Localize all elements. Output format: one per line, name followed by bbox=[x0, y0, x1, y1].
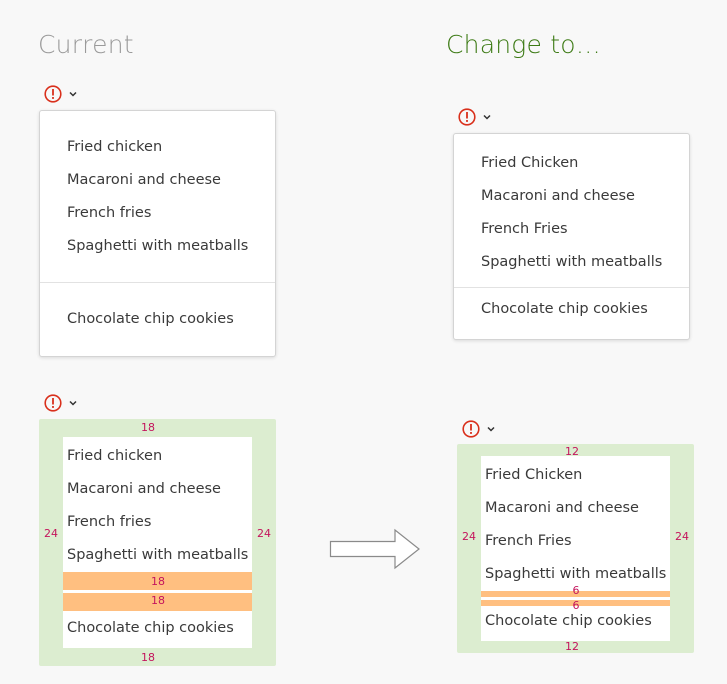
padding-right-value: 24 bbox=[257, 527, 271, 540]
spec-item: Fried chicken bbox=[67, 448, 163, 464]
change-dropdown-menu: Fried Chicken Macaroni and cheese French… bbox=[453, 133, 690, 340]
menu-item[interactable]: Macaroni and cheese bbox=[67, 172, 221, 188]
right-arrow-icon bbox=[329, 528, 420, 570]
menu-item[interactable]: Spaghetti with meatballs bbox=[67, 238, 248, 254]
menu-divider bbox=[454, 287, 689, 288]
padding-bottom-value: 18 bbox=[141, 651, 155, 664]
menu-item[interactable]: Fried chicken bbox=[67, 139, 162, 155]
spec-content-area bbox=[63, 437, 252, 648]
change-spacing-spec: Fried Chicken Macaroni and cheese French… bbox=[457, 444, 694, 653]
padding-right-value: 24 bbox=[675, 530, 689, 543]
padding-left-value: 24 bbox=[44, 527, 58, 540]
spec-item: French Fries bbox=[485, 533, 572, 549]
chevron-down-icon bbox=[69, 91, 77, 97]
current-dropdown-trigger[interactable] bbox=[44, 85, 78, 103]
current-dropdown-menu: Fried chicken Macaroni and cheese French… bbox=[39, 110, 276, 357]
spec-item: Spaghetti with meatballs bbox=[67, 547, 249, 563]
menu-item[interactable]: Spaghetti with meatballs bbox=[481, 254, 662, 270]
spec-footer-item: Chocolate chip cookies bbox=[485, 613, 652, 629]
divider-bottom-value: 6 bbox=[572, 599, 580, 612]
spec-footer-item: Chocolate chip cookies bbox=[67, 620, 234, 636]
change-heading: Change to… bbox=[446, 30, 601, 59]
alert-circle-icon bbox=[458, 108, 476, 126]
padding-top-value: 18 bbox=[141, 421, 155, 434]
menu-item[interactable]: French Fries bbox=[481, 221, 568, 237]
menu-item[interactable]: Macaroni and cheese bbox=[481, 188, 635, 204]
menu-divider bbox=[40, 282, 275, 283]
alert-circle-icon bbox=[44, 394, 62, 412]
spec-item: Spaghetti with meatballs bbox=[485, 566, 667, 582]
divider-bottom-value: 18 bbox=[151, 594, 165, 607]
alert-circle-icon bbox=[44, 85, 62, 103]
menu-item[interactable]: Fried Chicken bbox=[481, 155, 578, 171]
chevron-down-icon bbox=[487, 426, 495, 432]
spec-item: Fried Chicken bbox=[485, 467, 583, 483]
menu-footer-item[interactable]: Chocolate chip cookies bbox=[481, 301, 648, 317]
alert-circle-icon bbox=[462, 420, 480, 438]
padding-bottom-value: 12 bbox=[565, 640, 579, 653]
divider-top-value: 18 bbox=[151, 575, 165, 588]
spec-item: Macaroni and cheese bbox=[485, 500, 639, 516]
current-heading: Current bbox=[38, 30, 134, 59]
current-spec-trigger[interactable] bbox=[44, 394, 78, 412]
menu-item[interactable]: French fries bbox=[67, 205, 151, 221]
current-spacing-spec: Fried chicken Macaroni and cheese French… bbox=[39, 419, 276, 666]
padding-top-value: 12 bbox=[565, 445, 579, 458]
padding-left-value: 24 bbox=[462, 530, 476, 543]
chevron-down-icon bbox=[483, 114, 491, 120]
change-spec-trigger[interactable] bbox=[462, 420, 496, 438]
menu-footer-item[interactable]: Chocolate chip cookies bbox=[67, 311, 234, 327]
spec-item: Macaroni and cheese bbox=[67, 481, 221, 497]
divider-top-value: 6 bbox=[572, 584, 580, 597]
change-dropdown-trigger[interactable] bbox=[458, 108, 492, 126]
spec-item: French fries bbox=[67, 514, 152, 530]
chevron-down-icon bbox=[69, 400, 77, 406]
